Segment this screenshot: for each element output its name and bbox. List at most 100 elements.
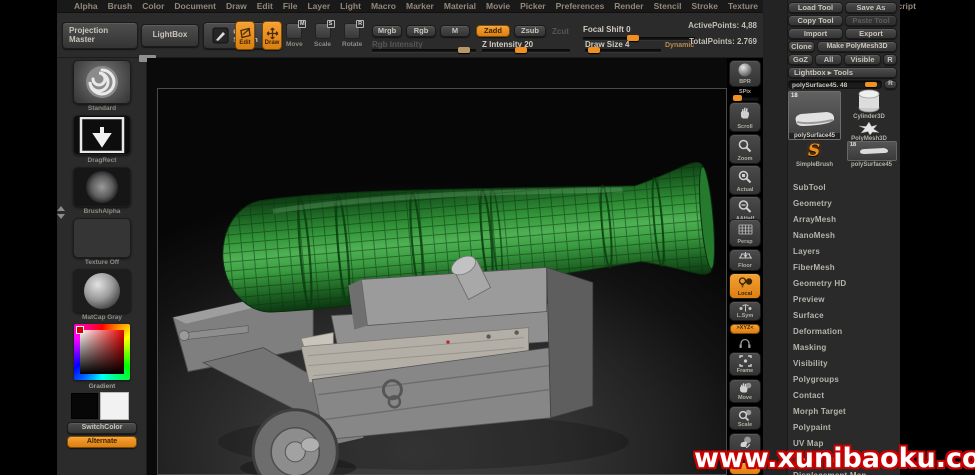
frame-button[interactable]: Frame — [729, 352, 761, 376]
section-morph-target[interactable]: Morph Target — [793, 407, 846, 416]
color-picker[interactable] — [74, 324, 130, 380]
menu-document[interactable]: Document — [174, 1, 216, 11]
spix-slider[interactable]: SPix — [729, 89, 761, 95]
import-button[interactable]: Import — [788, 28, 843, 39]
main-color-swatch[interactable] — [71, 393, 98, 419]
menu-color[interactable]: Color — [142, 1, 164, 11]
floor-button[interactable]: Floor — [729, 249, 761, 271]
cannon-model[interactable] — [158, 89, 728, 475]
all-button[interactable]: All — [815, 54, 842, 65]
load-tool-button[interactable]: Load Tool — [788, 2, 843, 13]
active-tool-slider[interactable]: polySurface45. 48 — [788, 80, 882, 89]
section-arraymesh[interactable]: ArrayMesh — [793, 215, 836, 224]
rgb-intensity-handle[interactable] — [458, 47, 470, 53]
zoom-button[interactable]: Zoom — [729, 134, 761, 164]
menu-brush[interactable]: Brush — [108, 1, 133, 11]
menu-render[interactable]: Render — [614, 1, 643, 11]
lightbox-button[interactable]: LightBox — [141, 24, 199, 47]
rotate-mode-button[interactable]: R Rotate — [342, 23, 362, 48]
switchcolor-button[interactable]: SwitchColor — [67, 422, 137, 434]
alpha-thumbnail[interactable] — [73, 167, 131, 207]
section-visibility[interactable]: Visibility — [793, 359, 828, 368]
zsub-button[interactable]: Zsub — [514, 25, 546, 37]
spix-handle[interactable] — [733, 95, 742, 101]
z-intensity-handle[interactable] — [515, 47, 527, 53]
menu-file[interactable]: File — [283, 1, 298, 11]
visible-button[interactable]: Visible — [844, 54, 881, 65]
simplebrush-icon[interactable]: S — [793, 141, 835, 161]
document-viewport[interactable] — [157, 88, 727, 475]
section-contact[interactable]: Contact — [793, 391, 824, 400]
section-fibermesh[interactable]: FiberMesh — [793, 263, 835, 272]
panel-gutter[interactable] — [763, 0, 788, 475]
menu-light[interactable]: Light — [340, 1, 361, 11]
menu-stroke[interactable]: Stroke — [691, 1, 717, 11]
section-subtool[interactable]: SubTool — [793, 183, 826, 192]
save-as-button[interactable]: Save As — [845, 2, 897, 13]
draw-size-handle[interactable] — [588, 47, 600, 53]
clone-button[interactable]: Clone — [788, 41, 815, 52]
make-polymesh3d-button[interactable]: Make PolyMesh3D — [817, 41, 897, 52]
local-button[interactable]: Local — [729, 273, 761, 299]
menu-material[interactable]: Material — [444, 1, 476, 11]
copy-tool-button[interactable]: Copy Tool — [788, 15, 843, 26]
section-deformation[interactable]: Deformation — [793, 327, 842, 336]
alternate-button[interactable]: Alternate — [67, 436, 137, 448]
mrgb-button[interactable]: Mrgb — [372, 25, 402, 37]
stroke-dragrect-thumbnail[interactable] — [73, 115, 131, 155]
section-nanomesh[interactable]: NanoMesh — [793, 231, 835, 240]
section-masking[interactable]: Masking — [793, 343, 826, 352]
m-button[interactable]: M — [440, 25, 470, 37]
section-polypaint[interactable]: Polypaint — [793, 423, 831, 432]
saturation-value-square[interactable] — [80, 330, 124, 374]
menu-stencil[interactable]: Stencil — [654, 1, 682, 11]
zadd-button[interactable]: Zadd — [476, 25, 510, 37]
scroll-button[interactable]: Scroll — [729, 102, 761, 132]
projection-master-button[interactable]: Projection Master — [62, 22, 138, 49]
scale-3d-button[interactable]: Scale — [729, 406, 761, 430]
menu-draw[interactable]: Draw — [226, 1, 247, 11]
active-tool-thumbnail[interactable]: 18 polySurface45 — [788, 91, 841, 140]
section-preview[interactable]: Preview — [793, 295, 825, 304]
menu-alpha[interactable]: Alpha — [74, 1, 98, 11]
polymesh3d-star-icon[interactable] — [857, 122, 881, 135]
menu-macro[interactable]: Macro — [371, 1, 396, 11]
move-3d-button[interactable]: Move — [729, 379, 761, 403]
menu-edit[interactable]: Edit — [257, 1, 273, 11]
move-mode-button[interactable]: M Move — [286, 23, 303, 48]
gradient-button[interactable]: Gradient — [57, 383, 147, 390]
r-button[interactable]: R — [883, 54, 897, 65]
bpr-button[interactable]: BPR — [729, 60, 761, 87]
secondary-color-swatch[interactable] — [100, 392, 129, 420]
menu-marker[interactable]: Marker — [406, 1, 434, 11]
section-layers[interactable]: Layers — [793, 247, 820, 256]
export-button[interactable]: Export — [845, 28, 897, 39]
recent-tool-thumbnail[interactable]: 18 — [847, 141, 897, 161]
xyz-button[interactable]: >XYZ< — [730, 324, 760, 334]
menu-texture[interactable]: Texture — [728, 1, 758, 11]
lsym-button[interactable]: L.Sym — [729, 301, 761, 321]
menu-preferences[interactable]: Preferences — [556, 1, 605, 11]
cylinder3d-icon[interactable] — [855, 89, 883, 113]
goz-button[interactable]: GoZ — [788, 54, 813, 65]
section-polygroups[interactable]: Polygroups — [793, 375, 839, 384]
section-geometry-hd[interactable]: Geometry HD — [793, 279, 846, 288]
draw-mode-button[interactable]: Draw — [262, 21, 282, 50]
menu-movie[interactable]: Movie — [486, 1, 510, 11]
scale-mode-button[interactable]: S Scale — [314, 23, 331, 48]
actual-button[interactable]: Actual — [729, 165, 761, 195]
section-surface[interactable]: Surface — [793, 311, 824, 320]
zcut-button[interactable]: Zcut — [552, 27, 569, 36]
brush-standard-thumbnail[interactable] — [73, 60, 131, 104]
section-geometry[interactable]: Geometry — [793, 199, 832, 208]
persp-button[interactable]: Persp — [729, 219, 761, 247]
tool-slider-r-button[interactable]: R — [884, 80, 897, 89]
lightbox-tools-header[interactable]: Lightbox ▸ Tools — [788, 67, 897, 78]
material-thumbnail[interactable] — [73, 269, 131, 313]
texture-thumbnail[interactable] — [73, 218, 131, 258]
edit-mode-button[interactable]: Edit — [235, 21, 255, 50]
active-tool-slider-handle[interactable] — [865, 82, 877, 87]
rgb-button[interactable]: Rgb — [406, 25, 436, 37]
transpose-icon[interactable] — [738, 338, 752, 349]
menu-picker[interactable]: Picker — [520, 1, 546, 11]
